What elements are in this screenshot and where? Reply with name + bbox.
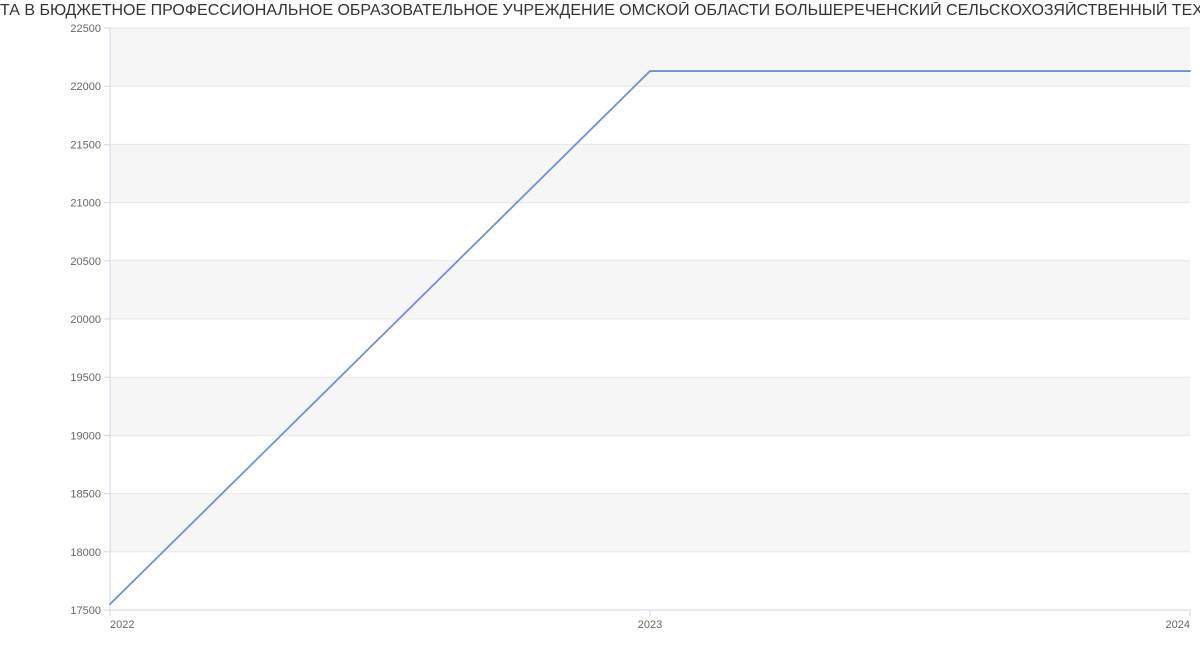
- y-tick-label: 21500: [70, 139, 101, 151]
- plot-band: [110, 144, 1190, 202]
- y-tick-label: 18500: [70, 489, 101, 501]
- chart-svg: 17500 18000 18500 19000 19500 20000 20500 21000…: [0, 0, 1200, 650]
- y-tick-label: 20000: [70, 314, 101, 326]
- plot-band: [110, 494, 1190, 552]
- y-tick-label: 22500: [70, 23, 101, 35]
- y-tick-label: 19500: [70, 372, 101, 384]
- x-tick-label: 2024: [1166, 619, 1190, 631]
- y-tick-label: 18000: [70, 547, 101, 559]
- plot-band: [110, 203, 1190, 261]
- plot-band: [110, 319, 1190, 377]
- x-tick-label: 2023: [638, 619, 662, 631]
- plot-band: [110, 377, 1190, 435]
- x-tick-label: 2022: [110, 619, 134, 631]
- y-tick-label: 22000: [70, 81, 101, 93]
- plot-band: [110, 552, 1190, 610]
- y-tick-label: 17500: [70, 605, 101, 617]
- y-tick-label: 20500: [70, 256, 101, 268]
- plot-band: [110, 86, 1190, 144]
- y-tick-label: 19000: [70, 430, 101, 442]
- plot-band: [110, 28, 1190, 86]
- y-tick-label: 21000: [70, 198, 101, 210]
- plot-band: [110, 261, 1190, 319]
- chart-container: ТА В БЮДЖЕТНОЕ ПРОФЕССИОНАЛЬНОЕ ОБРАЗОВА…: [0, 0, 1200, 650]
